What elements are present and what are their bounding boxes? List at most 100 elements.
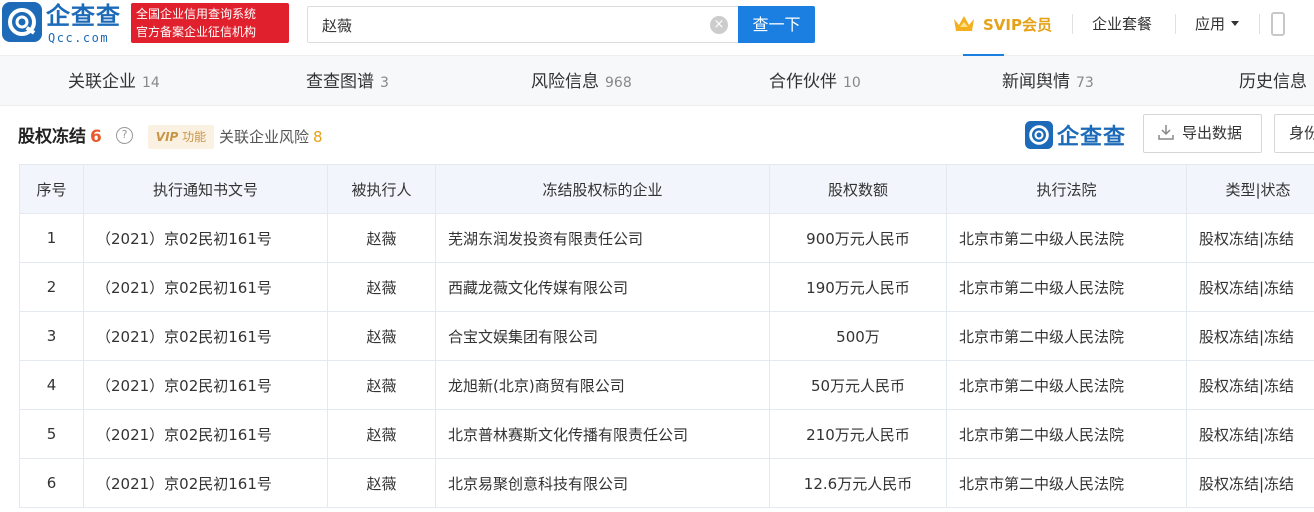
table-row: 4 （2021）京02民初161号 赵薇 龙旭新(北京)商贸有限公司 50万元人… (19, 360, 1314, 410)
cell-person-link[interactable]: 赵薇 (327, 360, 436, 410)
tab-label: 关联企业 (68, 72, 136, 92)
cell-doc-link[interactable]: （2021）京02民初161号 (83, 409, 328, 459)
cell-doc-link[interactable]: （2021）京02民初161号 (83, 360, 328, 410)
help-icon[interactable]: ? (116, 127, 133, 144)
search-input[interactable] (322, 15, 702, 35)
header-divider (1072, 14, 1073, 34)
cell-company-link[interactable]: 北京普林赛斯文化传播有限责任公司 (435, 409, 770, 459)
identity-button[interactable]: 身份 (1274, 114, 1314, 153)
logo-english-text: Qcc.com (48, 31, 110, 45)
svip-member-link[interactable]: SVIP会员 (953, 12, 1052, 36)
cell-amount: 210万元人民币 (769, 409, 947, 459)
cell-amount: 900万元人民币 (769, 213, 947, 263)
section-title-count: 6 (90, 127, 102, 147)
qcc-logo-icon (1025, 121, 1053, 149)
tab-graph[interactable]: 查查图谱 3 (306, 71, 389, 94)
cell-person-link[interactable]: 赵薇 (327, 213, 436, 263)
cell-no: 6 (19, 458, 84, 508)
equity-freeze-table: 序号 执行通知书文号 被执行人 冻结股权标的企业 股权数额 执行法院 类型|状态… (19, 164, 1314, 508)
cell-court: 北京市第二中级人民法院 (946, 262, 1187, 312)
cell-company-link[interactable]: 北京易聚创意科技有限公司 (435, 458, 770, 508)
badge-line-2: 官方备案企业征信机构 (136, 25, 257, 39)
tab-history[interactable]: 历史信息 (1239, 71, 1307, 93)
clear-icon[interactable]: × (710, 16, 728, 34)
cell-amount: 500万 (769, 311, 947, 361)
tab-count: 14 (142, 75, 160, 91)
export-data-button[interactable]: 导出数据 (1143, 114, 1262, 153)
col-header-no: 序号 (19, 164, 84, 214)
table-row: 1 （2021）京02民初161号 赵薇 芜湖东润发投资有限责任公司 900万元… (19, 213, 1314, 263)
mobile-phone-icon[interactable] (1271, 12, 1285, 36)
tab-label: 风险信息 (531, 72, 599, 92)
tab-news[interactable]: 新闻舆情 73 (1002, 71, 1094, 94)
nav-enterprise-package[interactable]: 企业套餐 (1092, 14, 1152, 34)
cell-status: 股权冻结|冻结 (1186, 458, 1314, 508)
cell-status: 股权冻结|冻结 (1186, 311, 1314, 361)
tab-label: 历史信息 (1239, 72, 1307, 92)
cell-court: 北京市第二中级人民法院 (946, 409, 1187, 459)
cell-status: 股权冻结|冻结 (1186, 360, 1314, 410)
tab-count: 968 (605, 75, 632, 91)
search-button[interactable]: 查一下 (738, 6, 815, 43)
search-box: × (307, 6, 739, 43)
tab-count: 73 (1076, 75, 1094, 91)
cell-no: 5 (19, 409, 84, 459)
cell-company-link[interactable]: 西藏龙薇文化传媒有限公司 (435, 262, 770, 312)
table-row: 5 （2021）京02民初161号 赵薇 北京普林赛斯文化传播有限责任公司 21… (19, 409, 1314, 459)
col-header-status: 类型|状态 (1186, 164, 1314, 214)
tab-label: 合作伙伴 (769, 72, 837, 92)
col-header-court: 执行法院 (946, 164, 1187, 214)
qcc-logo-icon (2, 2, 42, 42)
cell-amount: 190万元人民币 (769, 262, 947, 312)
cell-doc-link[interactable]: （2021）京02民初161号 (83, 262, 328, 312)
table-header-row: 序号 执行通知书文号 被执行人 冻结股权标的企业 股权数额 执行法院 类型|状态 (19, 164, 1314, 214)
official-badge: 全国企业信用查询系统 官方备案企业征信机构 (131, 3, 289, 43)
table-row: 2 （2021）京02民初161号 赵薇 西藏龙薇文化传媒有限公司 190万元人… (19, 262, 1314, 312)
table-row: 6 （2021）京02民初161号 赵薇 北京易聚创意科技有限公司 12.6万元… (19, 458, 1314, 508)
col-header-company: 冻结股权标的企业 (435, 164, 770, 214)
cell-no: 1 (19, 213, 84, 263)
vip-feature-badge: VIP 功能 (148, 125, 214, 149)
tab-label: 新闻舆情 (1002, 72, 1070, 92)
cell-doc-link[interactable]: （2021）京02民初161号 (83, 213, 328, 263)
cell-person-link[interactable]: 赵薇 (327, 409, 436, 459)
risk-count: 8 (313, 128, 323, 146)
related-risk-link[interactable]: 关联企业风险 8 (219, 127, 323, 147)
section-title-text: 股权冻结 (18, 127, 86, 147)
qcc-logo[interactable]: 企查查 Qcc.com (2, 2, 127, 46)
top-header: 企查查 Qcc.com 全国企业信用查询系统 官方备案企业征信机构 × 查一下 … (0, 0, 1314, 57)
cell-person-link[interactable]: 赵薇 (327, 311, 436, 361)
export-label: 导出数据 (1182, 124, 1243, 142)
tab-partners[interactable]: 合作伙伴 10 (769, 71, 861, 94)
svip-label: SVIP会员 (983, 15, 1052, 34)
qcc-watermark-logo: 企查查 (1025, 120, 1126, 150)
header-divider (1175, 14, 1176, 34)
cell-company-link[interactable]: 芜湖东润发投资有限责任公司 (435, 213, 770, 263)
caret-down-icon (1231, 21, 1240, 26)
nav-apps-label: 应用 (1195, 15, 1226, 33)
crown-icon (954, 16, 974, 31)
cell-person-link[interactable]: 赵薇 (327, 458, 436, 508)
tab-risk-info[interactable]: 风险信息 968 (531, 71, 632, 94)
cell-court: 北京市第二中级人民法院 (946, 360, 1187, 410)
nav-apps[interactable]: 应用 (1195, 14, 1240, 34)
table-row: 3 （2021）京02民初161号 赵薇 合宝文娱集团有限公司 500万 北京市… (19, 311, 1314, 361)
download-icon (1158, 125, 1174, 140)
header-divider (1259, 14, 1260, 34)
cell-person-link[interactable]: 赵薇 (327, 262, 436, 312)
tab-label: 查查图谱 (306, 72, 374, 92)
cell-amount: 12.6万元人民币 (769, 458, 947, 508)
badge-line-1: 全国企业信用查询系统 (136, 7, 257, 21)
vip-badge-prefix: VIP (155, 130, 179, 144)
cell-company-link[interactable]: 龙旭新(北京)商贸有限公司 (435, 360, 770, 410)
cell-no: 2 (19, 262, 84, 312)
cell-doc-link[interactable]: （2021）京02民初161号 (83, 311, 328, 361)
section-tabs: 关联企业 14 查查图谱 3 风险信息 968 合作伙伴 10 新闻舆情 73 历史信息 (0, 56, 1314, 106)
tab-related-companies[interactable]: 关联企业 14 (68, 71, 160, 94)
cell-amount: 50万元人民币 (769, 360, 947, 410)
col-header-amount: 股权数额 (769, 164, 947, 214)
cell-court: 北京市第二中级人民法院 (946, 213, 1187, 263)
cell-company-link[interactable]: 合宝文娱集团有限公司 (435, 311, 770, 361)
qcc-mini-text: 企查查 (1057, 125, 1127, 150)
cell-doc-link[interactable]: （2021）京02民初161号 (83, 458, 328, 508)
